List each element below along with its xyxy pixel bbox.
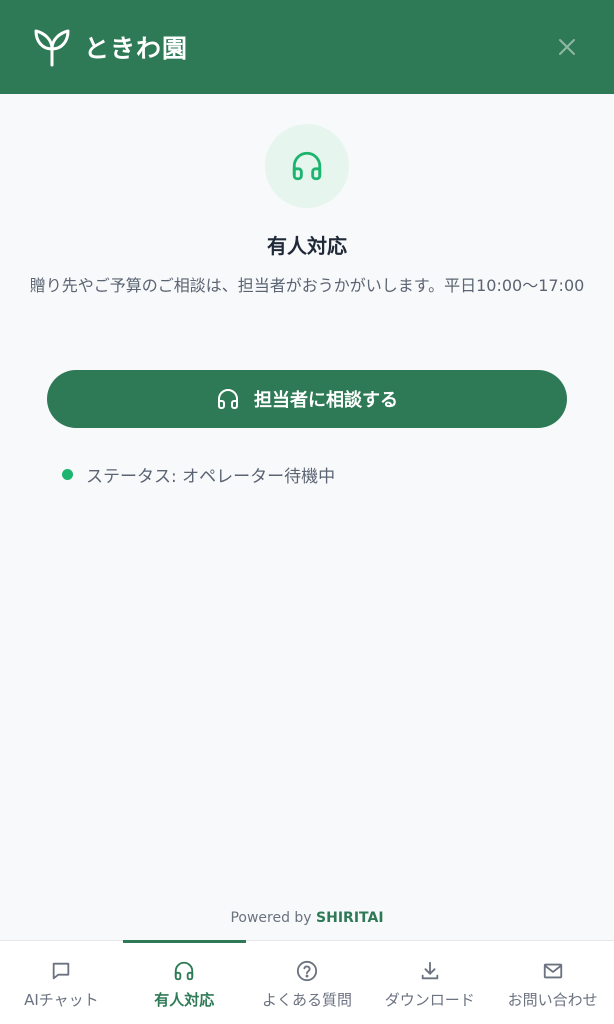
tab-faq[interactable]: よくある質問 — [246, 941, 369, 1024]
tab-label: よくある質問 — [261, 991, 352, 1009]
mail-icon — [541, 959, 565, 983]
close-icon — [557, 37, 577, 57]
powered-prefix: Powered by — [230, 910, 312, 926]
headset-icon — [216, 387, 240, 411]
help-circle-icon — [295, 959, 319, 983]
app-header: ときわ園 — [0, 0, 614, 94]
tab-label: AIチャット — [24, 991, 99, 1009]
page-title: 有人対応 — [267, 234, 347, 258]
status-text: ステータス: オペレーター待機中 — [86, 467, 336, 487]
human-support-panel: 有人対応 贈り先やご予算のご相談は、担当者がおうかがいします。平日10:00〜1… — [0, 94, 614, 940]
tab-ai-chat[interactable]: AIチャット — [0, 941, 123, 1024]
powered-brand-link[interactable]: SHIRITAI — [316, 910, 384, 926]
tab-label: ダウンロード — [384, 991, 475, 1009]
powered-by: Powered by SHIRITAI — [0, 910, 614, 926]
tab-download[interactable]: ダウンロード — [368, 941, 491, 1024]
description-text: 贈り先やご予算のご相談は、担当者がおうかがいします。平日10:00〜17:00 — [29, 276, 585, 295]
contact-agent-label: 担当者に相談する — [254, 390, 398, 410]
close-button[interactable] — [554, 34, 580, 60]
tab-label: 有人対応 — [154, 991, 215, 1009]
tab-contact[interactable]: お問い合わせ — [491, 941, 614, 1024]
bottom-tab-bar: AIチャット 有人対応 よくある質問 ダウンロード お問い合わせ — [0, 940, 614, 1024]
headset-icon — [172, 959, 196, 983]
tab-label: お問い合わせ — [507, 991, 598, 1009]
tab-human-support[interactable]: 有人対応 — [122, 940, 246, 1024]
brand-name: ときわ園 — [84, 34, 189, 63]
leaf-sprout-icon — [32, 27, 72, 67]
operator-status: ステータス: オペレーター待機中 — [62, 462, 335, 487]
download-icon — [418, 959, 442, 983]
headset-badge — [265, 124, 349, 208]
chat-bubble-icon — [49, 959, 73, 983]
status-dot — [62, 469, 73, 480]
headset-icon — [290, 149, 324, 183]
contact-agent-button[interactable]: 担当者に相談する — [47, 370, 567, 428]
